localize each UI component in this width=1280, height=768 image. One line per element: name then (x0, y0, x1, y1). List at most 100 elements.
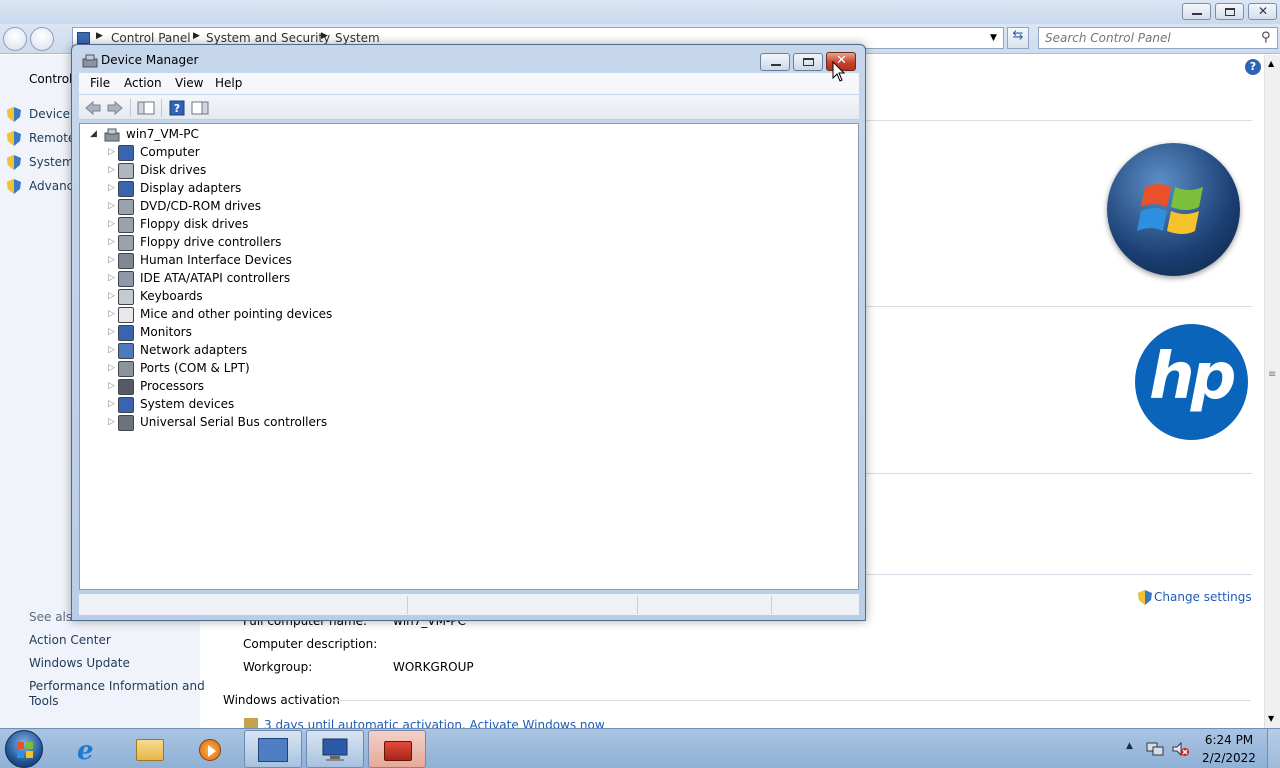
link-action-center[interactable]: Action Center (29, 633, 111, 647)
address-dropdown-icon[interactable]: ▼ (990, 33, 997, 43)
usb-icon (118, 415, 134, 431)
refresh-icon[interactable]: ⇆ (1007, 27, 1029, 49)
tree-category[interactable]: ▷ DVD/CD-ROM drives (108, 198, 408, 216)
back-button[interactable] (3, 27, 27, 51)
tree-category[interactable]: ▷ Mice and other pointing devices (108, 306, 408, 324)
divider (865, 473, 1252, 474)
search-icon[interactable]: ⚲ (1261, 30, 1271, 45)
expand-arrow-icon[interactable]: ▷ (108, 273, 115, 283)
tree-category-label: Monitors (140, 325, 192, 339)
expand-arrow-icon[interactable]: ▷ (108, 345, 115, 355)
tree-category[interactable]: ▷ Floppy disk drives (108, 216, 408, 234)
tree-category[interactable]: ▷ Network adapters (108, 342, 408, 360)
shield-icon (7, 131, 21, 146)
tree-category[interactable]: ▷ Processors (108, 378, 408, 396)
tree-category[interactable]: ▷ Keyboards (108, 288, 408, 306)
tree-category[interactable]: ▷ Ports (COM & LPT) (108, 360, 408, 378)
tree-category[interactable]: ▷ Universal Serial Bus controllers (108, 414, 408, 432)
back-arrow-icon[interactable] (84, 100, 102, 116)
search-input[interactable] (1045, 29, 1255, 47)
left-link-system-protection[interactable]: System (29, 155, 74, 169)
expand-arrow-icon[interactable]: ▷ (108, 363, 115, 373)
cp-scrollbar[interactable]: ▲ ≡ ▼ (1264, 55, 1280, 728)
status-separator (637, 596, 638, 614)
control-panel-icon (77, 32, 90, 44)
clock-time[interactable]: 6:24 PM (1196, 733, 1262, 747)
network-adapter-icon (118, 343, 134, 359)
taskbar-internet-explorer[interactable]: e (61, 730, 119, 768)
expand-arrow-icon[interactable]: ▷ (108, 291, 115, 301)
properties-pane-icon[interactable] (191, 100, 209, 116)
help-icon[interactable]: ? (168, 100, 186, 116)
expand-arrow-icon[interactable]: ▷ (108, 417, 115, 427)
disk-drive-icon (118, 163, 134, 179)
taskbar-media-player[interactable] (181, 730, 239, 768)
taskbar-windows-explorer[interactable] (121, 730, 179, 768)
expand-arrow-icon[interactable]: ▷ (108, 219, 115, 229)
expand-arrow-icon[interactable]: ▷ (108, 237, 115, 247)
tree-category[interactable]: ▷ Display adapters (108, 180, 408, 198)
forward-button[interactable] (30, 27, 54, 51)
forward-arrow-icon[interactable] (106, 100, 124, 116)
clock-date[interactable]: 2/2/2022 (1196, 751, 1262, 765)
scroll-up-icon[interactable]: ▲ (1268, 59, 1274, 68)
expand-arrow-icon[interactable]: ▷ (108, 201, 115, 211)
show-desktop-button[interactable] (1267, 729, 1280, 768)
help-icon[interactable]: ? (1245, 59, 1261, 75)
breadcrumb-system-security[interactable]: System and Security (206, 31, 330, 45)
windows-start-icon (17, 742, 33, 758)
minimize-button[interactable] (760, 53, 790, 71)
collapse-arrow-icon[interactable]: ◢ (90, 129, 97, 139)
breadcrumb-system[interactable]: System (335, 31, 380, 45)
taskbar-control-panel[interactable] (244, 730, 302, 768)
tree-category[interactable]: ▷ System devices (108, 396, 408, 414)
taskbar-toolbox[interactable] (368, 730, 426, 768)
link-windows-update[interactable]: Windows Update (29, 656, 130, 670)
link-performance-info[interactable]: Performance Information and (29, 679, 205, 693)
search-box[interactable]: ⚲ (1038, 27, 1278, 49)
start-button[interactable] (5, 730, 43, 768)
show-hide-console-tree-icon[interactable] (137, 100, 155, 116)
breadcrumb-control-panel[interactable]: Control Panel (111, 31, 191, 45)
expand-arrow-icon[interactable]: ▷ (108, 165, 115, 175)
tree-category[interactable]: ▷ Monitors (108, 324, 408, 342)
system-device-icon (118, 397, 134, 413)
tree-category-label: Computer (140, 145, 200, 159)
expand-arrow-icon[interactable]: ▷ (108, 381, 115, 391)
tree-category[interactable]: ▷ Human Interface Devices (108, 252, 408, 270)
left-link-remote[interactable]: Remote (29, 131, 75, 145)
tree-category[interactable]: ▷ Floppy drive controllers (108, 234, 408, 252)
expand-arrow-icon[interactable]: ▷ (108, 327, 115, 337)
activation-heading: Windows activation (223, 693, 340, 707)
expand-arrow-icon[interactable]: ▷ (108, 147, 115, 157)
volume-muted-icon[interactable] (1171, 740, 1189, 758)
menu-file[interactable]: File (90, 76, 110, 90)
maximize-button[interactable] (793, 53, 823, 71)
taskbar-device-manager[interactable] (306, 730, 364, 768)
menu-action[interactable]: Action (124, 76, 162, 90)
expand-arrow-icon[interactable]: ▷ (108, 309, 115, 319)
tree-category-label: Ports (COM & LPT) (140, 361, 250, 375)
tree-category[interactable]: ▷ Computer (108, 144, 408, 162)
network-icon[interactable] (1146, 740, 1164, 758)
expand-arrow-icon[interactable]: ▷ (108, 399, 115, 409)
menu-view[interactable]: View (175, 76, 203, 90)
tree-category[interactable]: ▷ IDE ATA/ATAPI controllers (108, 270, 408, 288)
scroll-grip-icon[interactable]: ≡ (1268, 369, 1276, 380)
cp-restore-button[interactable] (1215, 3, 1244, 20)
floppy-controller-icon (118, 235, 134, 251)
tree-root[interactable]: ◢ win7_VM-PC (90, 126, 290, 144)
expand-arrow-icon[interactable]: ▷ (108, 255, 115, 265)
menu-help[interactable]: Help (215, 76, 242, 90)
change-settings-link[interactable]: Change settings (1154, 590, 1252, 604)
tree-category[interactable]: ▷ Disk drives (108, 162, 408, 180)
cp-close-button[interactable]: ✕ (1248, 3, 1277, 20)
expand-arrow-icon[interactable]: ▷ (108, 183, 115, 193)
device-tree[interactable]: ◢ win7_VM-PC ▷ Computer ▷ Disk drives ▷ Displ… (79, 123, 859, 590)
breadcrumb-separator-icon: ▶ (193, 31, 200, 41)
link-performance-info-tools[interactable]: Tools (29, 694, 59, 708)
scroll-down-icon[interactable]: ▼ (1268, 714, 1274, 723)
cp-minimize-button[interactable] (1182, 3, 1211, 20)
left-pane-title: Control (29, 72, 73, 86)
show-hidden-icons-arrow-icon[interactable]: ▲ (1126, 741, 1133, 751)
